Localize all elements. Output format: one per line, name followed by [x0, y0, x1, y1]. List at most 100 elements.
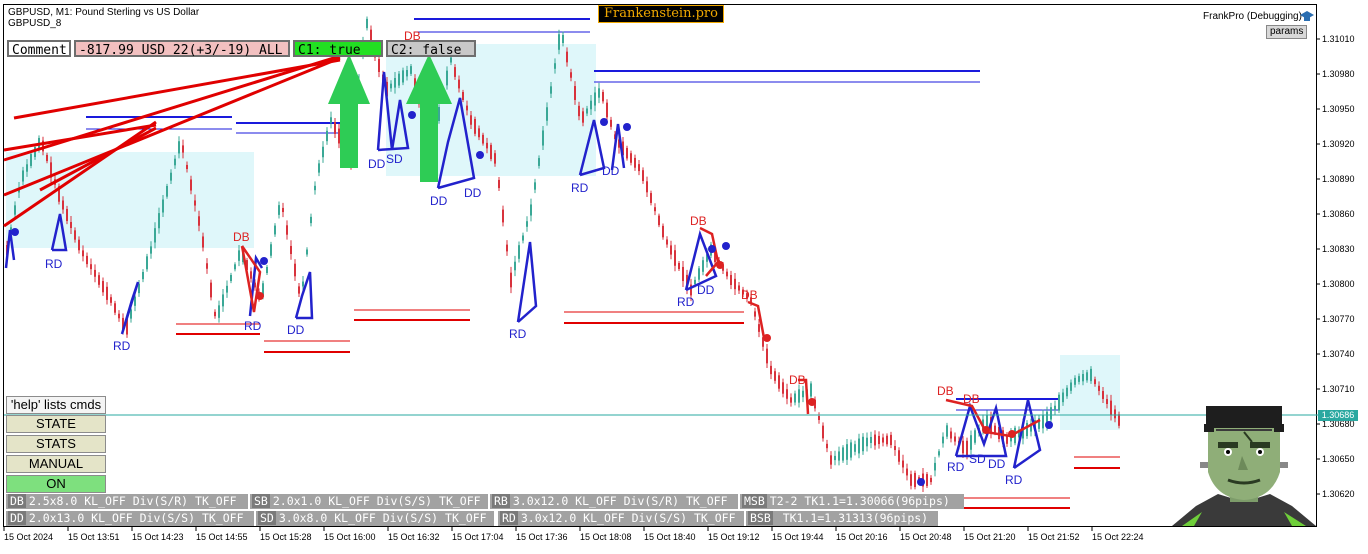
candle-body: [118, 313, 120, 319]
candle-body: [74, 230, 76, 240]
candle-body: [582, 111, 584, 123]
candle-body: [870, 436, 872, 444]
candle-body: [302, 281, 304, 287]
candle-body: [366, 18, 368, 29]
pattern-label: RD: [1005, 473, 1023, 487]
candle-body: [90, 264, 92, 270]
candle-body: [658, 215, 660, 226]
candle-body: [934, 462, 936, 471]
candle-body: [1062, 392, 1064, 403]
candle-body: [702, 260, 704, 272]
candle-body: [1118, 414, 1120, 426]
symbol-short: GBPUSD_8: [8, 18, 62, 29]
candle-body: [198, 216, 200, 226]
candle-body: [14, 205, 16, 215]
candle-body: [218, 305, 220, 318]
price-tick-label: 1.30920: [1322, 139, 1355, 149]
signal-dot: [763, 334, 771, 342]
candle-body: [514, 261, 516, 271]
candle-body: [1090, 368, 1092, 382]
candle-body: [98, 275, 100, 285]
pattern-label: RD: [509, 327, 527, 341]
candle-body: [818, 415, 820, 421]
candle-body: [590, 100, 592, 110]
red-patterns: [240, 226, 1041, 438]
candle-body: [410, 66, 412, 74]
candle-body: [950, 431, 952, 439]
price-tick-label: 1.30770: [1322, 314, 1355, 324]
candle-body: [270, 244, 272, 256]
candle-body: [774, 371, 776, 381]
candle-body: [542, 130, 544, 146]
candle-body: [858, 438, 860, 454]
candle-body: [22, 170, 24, 182]
candle-body: [298, 286, 300, 294]
candle-body: [182, 145, 184, 153]
candle-body: [178, 141, 180, 154]
candle-body: [610, 119, 612, 127]
candle-body: [974, 430, 976, 443]
candle-body: [970, 435, 972, 450]
price-tick-label: 1.30800: [1322, 279, 1355, 289]
status-value: 3.0x12.0 KL_OFF Div(S/S) TK_OFF: [520, 511, 736, 525]
candle-body: [534, 182, 536, 190]
help-button[interactable]: 'help' lists cmds: [6, 396, 106, 414]
candle-body: [522, 235, 524, 241]
candle-body: [674, 250, 676, 266]
candle-body: [1094, 379, 1096, 385]
signal-dot: [808, 398, 816, 406]
chart-window[interactable]: RD RD RD DD DB DD SD DB DD DD RD RD DD D…: [0, 0, 1368, 554]
params-button[interactable]: params: [1266, 25, 1308, 39]
price-chart[interactable]: RD RD RD DD DB DD SD DB DD DD RD RD DD D…: [0, 0, 1368, 554]
candle-body: [106, 286, 108, 300]
candle-body: [322, 146, 324, 158]
candle-body: [150, 246, 152, 254]
candle-body: [966, 440, 968, 457]
candle-body: [1086, 372, 1088, 381]
pattern-label: RD: [113, 339, 131, 353]
candle-body: [942, 436, 944, 444]
candle-body: [462, 92, 464, 100]
pattern-label: DD: [368, 157, 386, 171]
candle-body: [490, 144, 492, 160]
candle-body: [694, 279, 696, 285]
comment-field[interactable]: Comment: [7, 40, 71, 58]
candle-body: [1082, 374, 1084, 382]
candle-body: [994, 425, 996, 433]
candle-body: [662, 225, 664, 238]
time-tick-label: 15 Oct 2024: [4, 532, 54, 542]
candle-body: [30, 154, 32, 166]
signal-dot: [408, 111, 416, 119]
signal-dot: [722, 242, 730, 250]
signal-dot: [256, 292, 264, 300]
time-tick-label: 15 Oct 20:16: [836, 532, 888, 542]
status-sd: SD 3.0x8.0 KL_OFF Div(S/S) TK_OFF: [256, 511, 494, 526]
state-button[interactable]: STATE: [6, 415, 106, 433]
manual-button[interactable]: MANUAL: [6, 455, 106, 473]
candle-body: [798, 389, 800, 403]
candle-body: [186, 164, 188, 170]
candle-body: [1102, 391, 1104, 399]
status-rd: RD 3.0x12.0 KL_OFF Div(S/S) TK_OFF: [498, 511, 744, 526]
pattern-shape: [294, 271, 314, 320]
candle-body: [738, 285, 740, 291]
candle-body: [554, 63, 556, 69]
candle-body: [1114, 409, 1116, 419]
candle-body: [550, 86, 552, 94]
time-tick-label: 15 Oct 21:52: [1028, 532, 1080, 542]
pattern-label: DD: [697, 283, 715, 297]
candle-body: [318, 163, 320, 173]
candle-body: [518, 245, 520, 259]
stats-button[interactable]: STATS: [6, 435, 106, 453]
graduation-cap-icon: [1299, 9, 1315, 23]
red-levels: [176, 319, 1120, 509]
candle-body: [790, 397, 792, 403]
pattern-label: DD: [287, 323, 305, 337]
candle-body: [274, 225, 276, 235]
signal-dot: [1045, 421, 1053, 429]
candle-body: [282, 207, 284, 213]
on-toggle-button[interactable]: ON: [6, 475, 106, 493]
time-tick-label: 15 Oct 19:12: [708, 532, 760, 542]
signal-dot: [476, 151, 484, 159]
candle-body: [666, 239, 668, 245]
